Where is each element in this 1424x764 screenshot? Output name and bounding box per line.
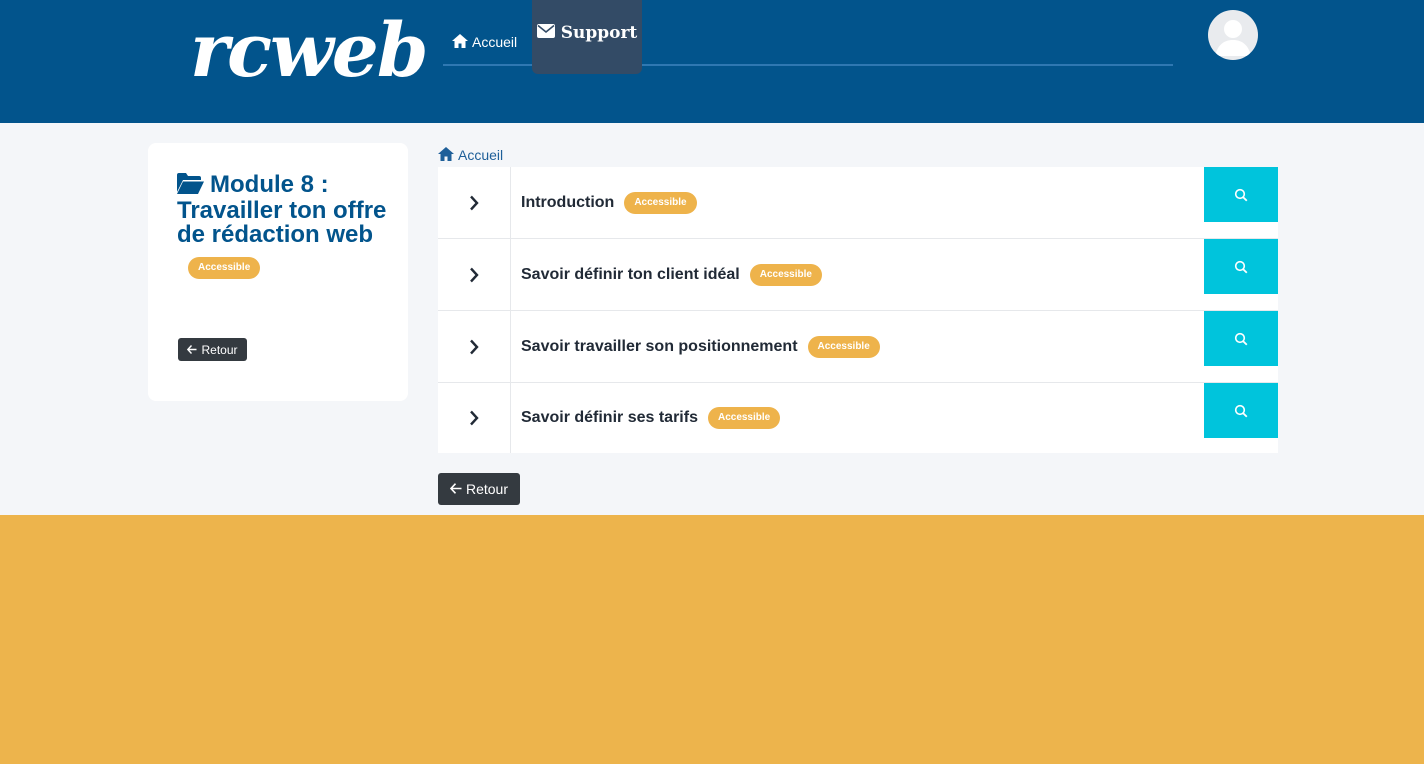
search-icon — [1234, 404, 1248, 417]
lesson-status-badge: Accessible — [807, 335, 880, 358]
lesson-row[interactable]: Introduction Accessible — [438, 167, 1278, 239]
folder-open-icon — [177, 173, 204, 199]
top-header: rcweb Accueil Support — [0, 0, 1424, 123]
module-card: Module 8 : Travailler ton offre de rédac… — [148, 143, 408, 401]
view-lesson-button[interactable] — [1204, 167, 1278, 222]
lesson-status-badge: Accessible — [749, 263, 822, 286]
lesson-label: Savoir travailler son positionnement Acc… — [521, 311, 880, 382]
view-lesson-button[interactable] — [1204, 383, 1278, 438]
lesson-label: Savoir définir ton client idéal Accessib… — [521, 239, 822, 310]
arrow-left-icon — [449, 481, 462, 497]
nav-home-link[interactable]: Accueil — [452, 32, 517, 52]
search-icon — [1234, 188, 1248, 201]
search-icon — [1234, 332, 1248, 345]
breadcrumb-label: Accueil — [458, 147, 504, 163]
lesson-status-badge: Accessible — [707, 407, 781, 429]
lesson-row[interactable]: Savoir définir ses tarifs Accessible — [438, 383, 1278, 453]
chevron-right-icon — [470, 410, 479, 426]
breadcrumb-home[interactable]: Accueil — [438, 146, 504, 164]
sidebar-back-label: Retour — [201, 342, 238, 357]
chevron-right-icon — [470, 267, 479, 282]
expand-toggle[interactable] — [438, 311, 511, 382]
lesson-title: Savoir travailler son positionnement — [521, 337, 798, 355]
expand-toggle[interactable] — [438, 167, 511, 238]
nav-support-link[interactable]: Support — [532, 0, 642, 74]
chevron-right-icon — [470, 195, 479, 210]
module-title: Module 8 : Travailler ton offre de rédac… — [177, 173, 387, 247]
view-lesson-button[interactable] — [1204, 311, 1278, 366]
view-lesson-button[interactable] — [1204, 239, 1278, 294]
sidebar-back-button[interactable]: Retour — [178, 338, 247, 361]
main-back-label: Retour — [465, 481, 509, 497]
search-icon — [1234, 260, 1248, 273]
nav-support-label: Support — [560, 23, 638, 43]
lesson-row[interactable]: Savoir définir ton client idéal Accessib… — [438, 239, 1278, 311]
chevron-right-icon — [470, 339, 479, 354]
nav-home-label: Accueil — [472, 34, 518, 50]
expand-toggle[interactable] — [438, 239, 511, 310]
main-back-button[interactable]: Retour — [438, 473, 520, 505]
lesson-label: Savoir définir ses tarifs Accessible — [521, 383, 781, 453]
module-title-text: Module 8 : Travailler ton offre de rédac… — [177, 171, 387, 248]
user-avatar-icon — [1215, 20, 1251, 56]
lesson-list: Introduction Accessible Savoir définir t… — [438, 167, 1278, 453]
lesson-title: Savoir définir ses tarifs — [521, 409, 698, 426]
arrow-left-icon — [187, 343, 197, 357]
lesson-row[interactable]: Savoir travailler son positionnement Acc… — [438, 311, 1278, 383]
home-icon — [438, 146, 454, 164]
lesson-status-badge: Accessible — [624, 191, 697, 214]
page-footer — [0, 515, 1424, 764]
lesson-label: Introduction Accessible — [521, 167, 697, 238]
home-icon — [452, 33, 468, 51]
module-status-badge: Accessible — [188, 257, 261, 279]
lesson-title: Savoir définir ton client idéal — [521, 265, 740, 283]
envelope-icon — [536, 23, 555, 43]
lesson-title: Introduction — [521, 193, 615, 211]
site-logo[interactable]: rcweb — [190, 6, 429, 96]
expand-toggle[interactable] — [438, 383, 511, 453]
user-avatar[interactable] — [1208, 10, 1258, 60]
